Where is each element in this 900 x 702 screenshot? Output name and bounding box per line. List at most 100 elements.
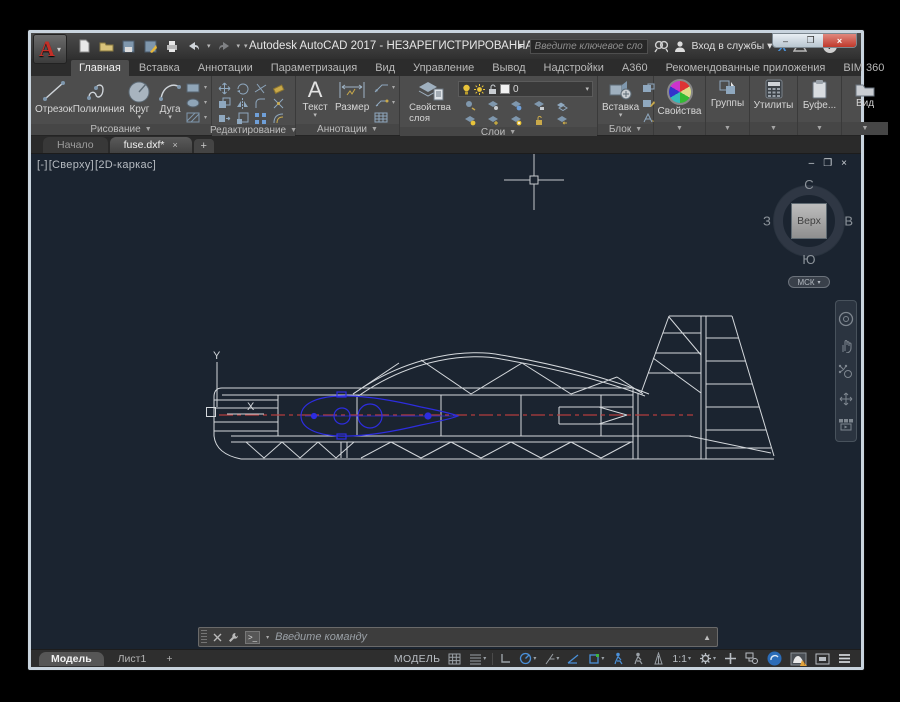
panel-label-utilities[interactable]: ▼ bbox=[750, 122, 797, 135]
copy-tool[interactable] bbox=[216, 96, 233, 110]
tab-view[interactable]: Вид bbox=[367, 60, 403, 76]
viewport-menu-control[interactable]: [-] bbox=[37, 159, 48, 171]
command-close-icon[interactable] bbox=[213, 633, 222, 642]
arc-tool[interactable]: Дуга ▾ bbox=[156, 79, 184, 120]
search-toggle-icon[interactable]: ▸ bbox=[519, 41, 524, 52]
move-tool[interactable] bbox=[216, 81, 233, 95]
panel-label-modify[interactable]: Редактирование▼ bbox=[212, 125, 295, 136]
full-navigation-wheel-icon[interactable] bbox=[838, 311, 854, 327]
zoom-extents-icon[interactable] bbox=[838, 364, 854, 380]
file-tab-start[interactable]: Начало bbox=[43, 137, 108, 153]
groups-button[interactable]: Группы bbox=[710, 79, 745, 109]
grid-toggle[interactable] bbox=[446, 651, 463, 666]
line-tool[interactable]: Отрезок bbox=[35, 79, 73, 115]
layer-match-tool[interactable] bbox=[554, 99, 569, 112]
isodraft-toggle[interactable]: ▾ bbox=[542, 651, 561, 666]
qat-customize-dropdown[interactable]: ▾ bbox=[244, 42, 248, 50]
tab-manage[interactable]: Управление bbox=[405, 60, 482, 76]
showmotion-icon[interactable] bbox=[838, 418, 854, 431]
compass-north[interactable]: С bbox=[804, 177, 813, 192]
panel-label-clipboard[interactable]: ▼ bbox=[798, 122, 841, 135]
scale-tool[interactable] bbox=[234, 111, 251, 125]
fillet-tool[interactable] bbox=[252, 96, 269, 110]
customize-wrench-icon[interactable] bbox=[228, 632, 239, 643]
layer-on-all-tool[interactable] bbox=[462, 114, 477, 127]
tab-output[interactable]: Вывод bbox=[484, 60, 533, 76]
mirror-tool[interactable] bbox=[234, 96, 251, 110]
undo-button[interactable] bbox=[185, 38, 203, 54]
object-snap-tracking-toggle[interactable] bbox=[565, 651, 582, 666]
recent-commands-dropdown[interactable]: ▾ bbox=[266, 634, 269, 641]
rotate-tool[interactable] bbox=[234, 81, 251, 95]
undo-dropdown[interactable]: ▾ bbox=[207, 42, 211, 50]
search-icon[interactable] bbox=[654, 38, 668, 54]
clipboard-button[interactable]: Буфе... bbox=[802, 79, 837, 111]
tab-addins[interactable]: Надстройки bbox=[536, 60, 612, 76]
tab-home[interactable]: Главная bbox=[71, 60, 129, 76]
command-line[interactable]: >_ ▾ ▲ bbox=[198, 627, 718, 647]
viewport-close-icon[interactable]: × bbox=[841, 158, 847, 169]
command-history-up-icon[interactable]: ▲ bbox=[703, 633, 711, 642]
object-snap-toggle[interactable]: ▾ bbox=[586, 651, 606, 666]
leader-tool[interactable]: ▾ bbox=[374, 81, 395, 94]
hatch-tool[interactable]: ▾ bbox=[186, 111, 207, 124]
ellipse-tool[interactable]: ▾ bbox=[186, 96, 207, 109]
new-drawing-tab-button[interactable]: + bbox=[194, 139, 214, 153]
annotation-scale-icon[interactable] bbox=[650, 651, 666, 666]
maximize-button[interactable]: ❐ bbox=[798, 34, 823, 47]
utilities-button[interactable]: Утилиты bbox=[754, 79, 794, 111]
trim-tool[interactable] bbox=[252, 81, 269, 95]
command-drag-handle[interactable] bbox=[201, 630, 207, 644]
save-button[interactable] bbox=[119, 38, 137, 54]
stretch-tool[interactable] bbox=[216, 111, 233, 125]
close-button[interactable]: × bbox=[823, 34, 856, 47]
open-file-button[interactable] bbox=[97, 38, 115, 54]
layout1-tab[interactable]: Лист1 bbox=[106, 652, 159, 666]
layer-freeze-tool[interactable] bbox=[508, 99, 523, 112]
pan-icon[interactable] bbox=[839, 338, 854, 353]
properties-button[interactable]: Свойства bbox=[658, 79, 702, 117]
visual-style-control[interactable]: [2D-каркас] bbox=[95, 159, 156, 171]
redo-dropdown[interactable]: ▾ bbox=[237, 42, 241, 50]
drawing-area[interactable]: Y X [-][Сверху][2D-каркас] – ❐ × Верх С … bbox=[31, 154, 861, 649]
wcs-menu-button[interactable]: МСК▾ bbox=[788, 276, 830, 288]
panel-label-view[interactable]: ▼ bbox=[842, 122, 888, 135]
new-layout-button[interactable]: + bbox=[160, 653, 178, 665]
layer-unlock-tool[interactable] bbox=[531, 114, 546, 127]
snap-toggle[interactable]: ▾ bbox=[467, 651, 488, 666]
erase-tool[interactable] bbox=[270, 81, 287, 95]
graphics-performance-toggle[interactable]: ! bbox=[788, 651, 809, 666]
explode-tool[interactable] bbox=[270, 96, 287, 110]
clean-screen-toggle[interactable] bbox=[813, 651, 832, 666]
annotation-monitor-toggle[interactable] bbox=[722, 651, 739, 666]
compass-south[interactable]: Ю bbox=[802, 252, 815, 267]
annotation-scale-value[interactable]: 1:1▾ bbox=[670, 651, 693, 666]
layer-thaw-all-tool[interactable] bbox=[485, 114, 500, 127]
customization-menu[interactable] bbox=[836, 651, 853, 666]
save-as-button[interactable] bbox=[141, 38, 159, 54]
layer-dropdown[interactable]: 0 ▾ bbox=[458, 81, 593, 97]
autoscale-toggle[interactable] bbox=[630, 651, 646, 666]
isolate-objects-toggle[interactable] bbox=[765, 651, 784, 666]
view-button[interactable]: Вид bbox=[846, 79, 884, 109]
file-tab-close-icon[interactable]: × bbox=[172, 140, 177, 150]
new-file-button[interactable] bbox=[75, 38, 93, 54]
sign-in-button[interactable]: Вход в службы ▾ bbox=[692, 40, 773, 52]
plot-button[interactable] bbox=[163, 38, 181, 54]
layer-dropdown-arrow[interactable]: ▾ bbox=[585, 85, 589, 93]
user-icon[interactable] bbox=[674, 38, 686, 54]
tab-performance[interactable]: Performance bbox=[894, 60, 900, 76]
tab-featured-apps[interactable]: Рекомендованные приложения bbox=[658, 60, 834, 76]
file-tab-document[interactable]: fuse.dxf* × bbox=[110, 137, 192, 153]
viewport-restore-icon[interactable]: ❐ bbox=[823, 158, 832, 169]
viewcube[interactable]: Верх С Ю З В bbox=[767, 179, 851, 263]
panel-label-block[interactable]: Блок▼ bbox=[598, 124, 653, 135]
panel-label-groups[interactable]: ▼ bbox=[706, 122, 749, 135]
offset-tool[interactable] bbox=[270, 111, 287, 125]
workspace-switching-gear[interactable]: ▾ bbox=[697, 651, 718, 666]
model-space-toggle[interactable]: МОДЕЛЬ bbox=[392, 651, 442, 666]
annotation-visibility-toggle[interactable] bbox=[610, 651, 626, 666]
model-tab[interactable]: Модель bbox=[39, 652, 104, 666]
viewport-minimize-icon[interactable]: – bbox=[809, 158, 815, 169]
redo-button[interactable] bbox=[215, 38, 233, 54]
